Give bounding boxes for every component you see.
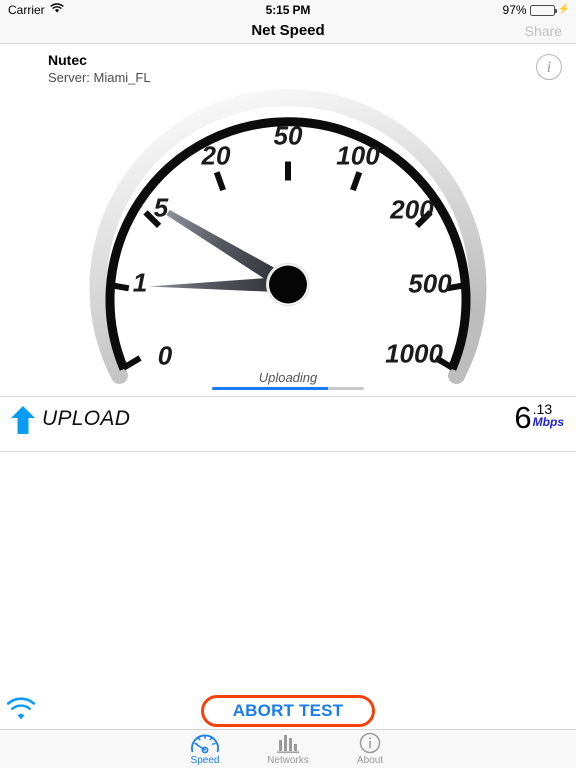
test-progress-fill <box>212 387 328 390</box>
upload-value: 6 .13 Mbps <box>514 402 564 433</box>
nav-bar: Net Speed Share <box>0 20 576 44</box>
upload-unit-label: Mbps <box>532 415 564 429</box>
upload-value-fraction: .13 <box>532 401 553 417</box>
upload-label: UPLOAD <box>42 407 131 430</box>
battery-percent-label: 97% <box>502 3 527 17</box>
test-phase-label: Uploading <box>258 370 318 385</box>
abort-test-button[interactable]: ABORT TEST <box>201 695 375 727</box>
gauge-tick-label-5: 5 <box>153 192 169 223</box>
gauge-tick-label-1: 1 <box>132 267 148 298</box>
tab-speed-label: Speed <box>190 755 220 766</box>
tab-speed[interactable]: Speed <box>165 732 245 766</box>
wifi-icon[interactable] <box>6 697 36 723</box>
tab-about-label: About <box>356 755 384 766</box>
gauge-tick-label-200: 200 <box>390 194 434 225</box>
status-bar-time: 5:15 PM <box>265 3 311 17</box>
isp-name-label: Nutec <box>48 52 87 68</box>
server-header: Nutec Server: Miami_FL i <box>0 48 576 90</box>
share-button[interactable]: Share <box>525 23 562 39</box>
server-location-label: Server: Miami_FL <box>48 70 151 85</box>
status-bar-right: 97% ⚡ <box>503 3 570 17</box>
gauge-tick-label-500: 500 <box>408 268 452 299</box>
info-circle-icon <box>330 732 410 754</box>
upload-result-row: UPLOAD 6 .13 Mbps <box>0 397 576 451</box>
divider-bottom <box>0 451 576 452</box>
gauge-tick-label-20: 20 <box>201 140 231 171</box>
tab-networks[interactable]: Networks <box>248 732 328 766</box>
gauge-tick-label-50: 50 <box>273 120 303 151</box>
gauge-tick-label-1000: 1000 <box>385 338 443 369</box>
info-circle-icon[interactable]: i <box>536 54 562 80</box>
up-arrow-icon <box>10 405 36 435</box>
tab-about[interactable]: About <box>330 732 410 766</box>
net-speed-screen: Carrier 5:15 PM 97% ⚡ Net Speed Share Nu… <box>0 0 576 768</box>
speedometer-icon <box>165 732 245 754</box>
lightning-bolt-icon: ⚡ <box>557 4 570 15</box>
speed-gauge: 0 1 5 20 50 100 200 500 1000 Uploading <box>0 88 576 390</box>
tab-bar: Speed Networks About <box>0 729 576 768</box>
bar-chart-icon <box>248 732 328 754</box>
status-bar: Carrier 5:15 PM 97% ⚡ <box>0 0 576 20</box>
gauge-tick-label-100: 100 <box>336 140 380 171</box>
battery-icon <box>529 4 557 16</box>
upload-value-integer: 6 <box>514 400 532 435</box>
tab-networks-label: Networks <box>267 755 309 766</box>
gauge-tick-label-0: 0 <box>157 340 173 371</box>
test-progress-bar <box>212 387 364 390</box>
page-title: Net Speed <box>251 22 325 39</box>
